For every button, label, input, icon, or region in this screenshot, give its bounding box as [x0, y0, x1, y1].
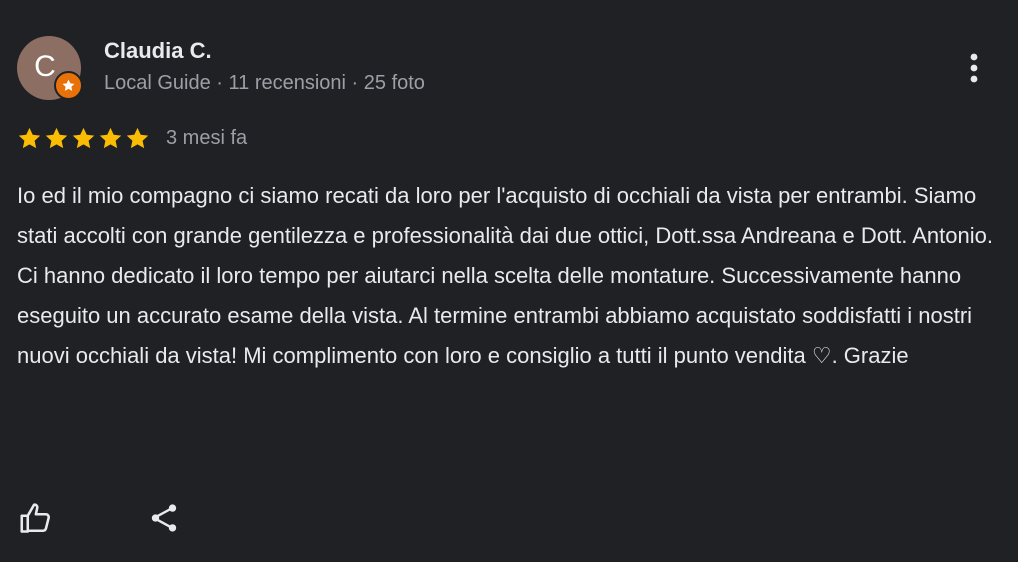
avatar-letter: C [34, 50, 56, 83]
like-button[interactable] [16, 498, 56, 538]
star-icon [18, 127, 41, 148]
review-date: 3 mesi fa [166, 126, 248, 149]
avatar[interactable]: C [17, 36, 83, 100]
rating-row: 3 mesi fa [17, 125, 247, 151]
star-icon [72, 127, 95, 148]
reviewer-meta: Local Guide · 11 recensioni · 25 foto [104, 72, 425, 94]
star-icon [45, 127, 68, 148]
star-icon [126, 127, 149, 148]
review-card: C Claudia C. Local Guide · 11 recensioni… [0, 0, 1018, 562]
more-vert-icon [970, 53, 978, 83]
review-text: Io ed il mio compagno ci siamo recati da… [17, 183, 993, 368]
star-rating [17, 126, 150, 151]
share-icon [151, 504, 177, 532]
more-options-button[interactable] [954, 46, 994, 90]
reviewer-name[interactable]: Claudia C. [104, 38, 212, 64]
thumbs-up-icon [20, 503, 50, 533]
star-icon [99, 127, 122, 148]
local-guide-star-icon [54, 71, 83, 100]
share-button[interactable] [144, 498, 184, 538]
